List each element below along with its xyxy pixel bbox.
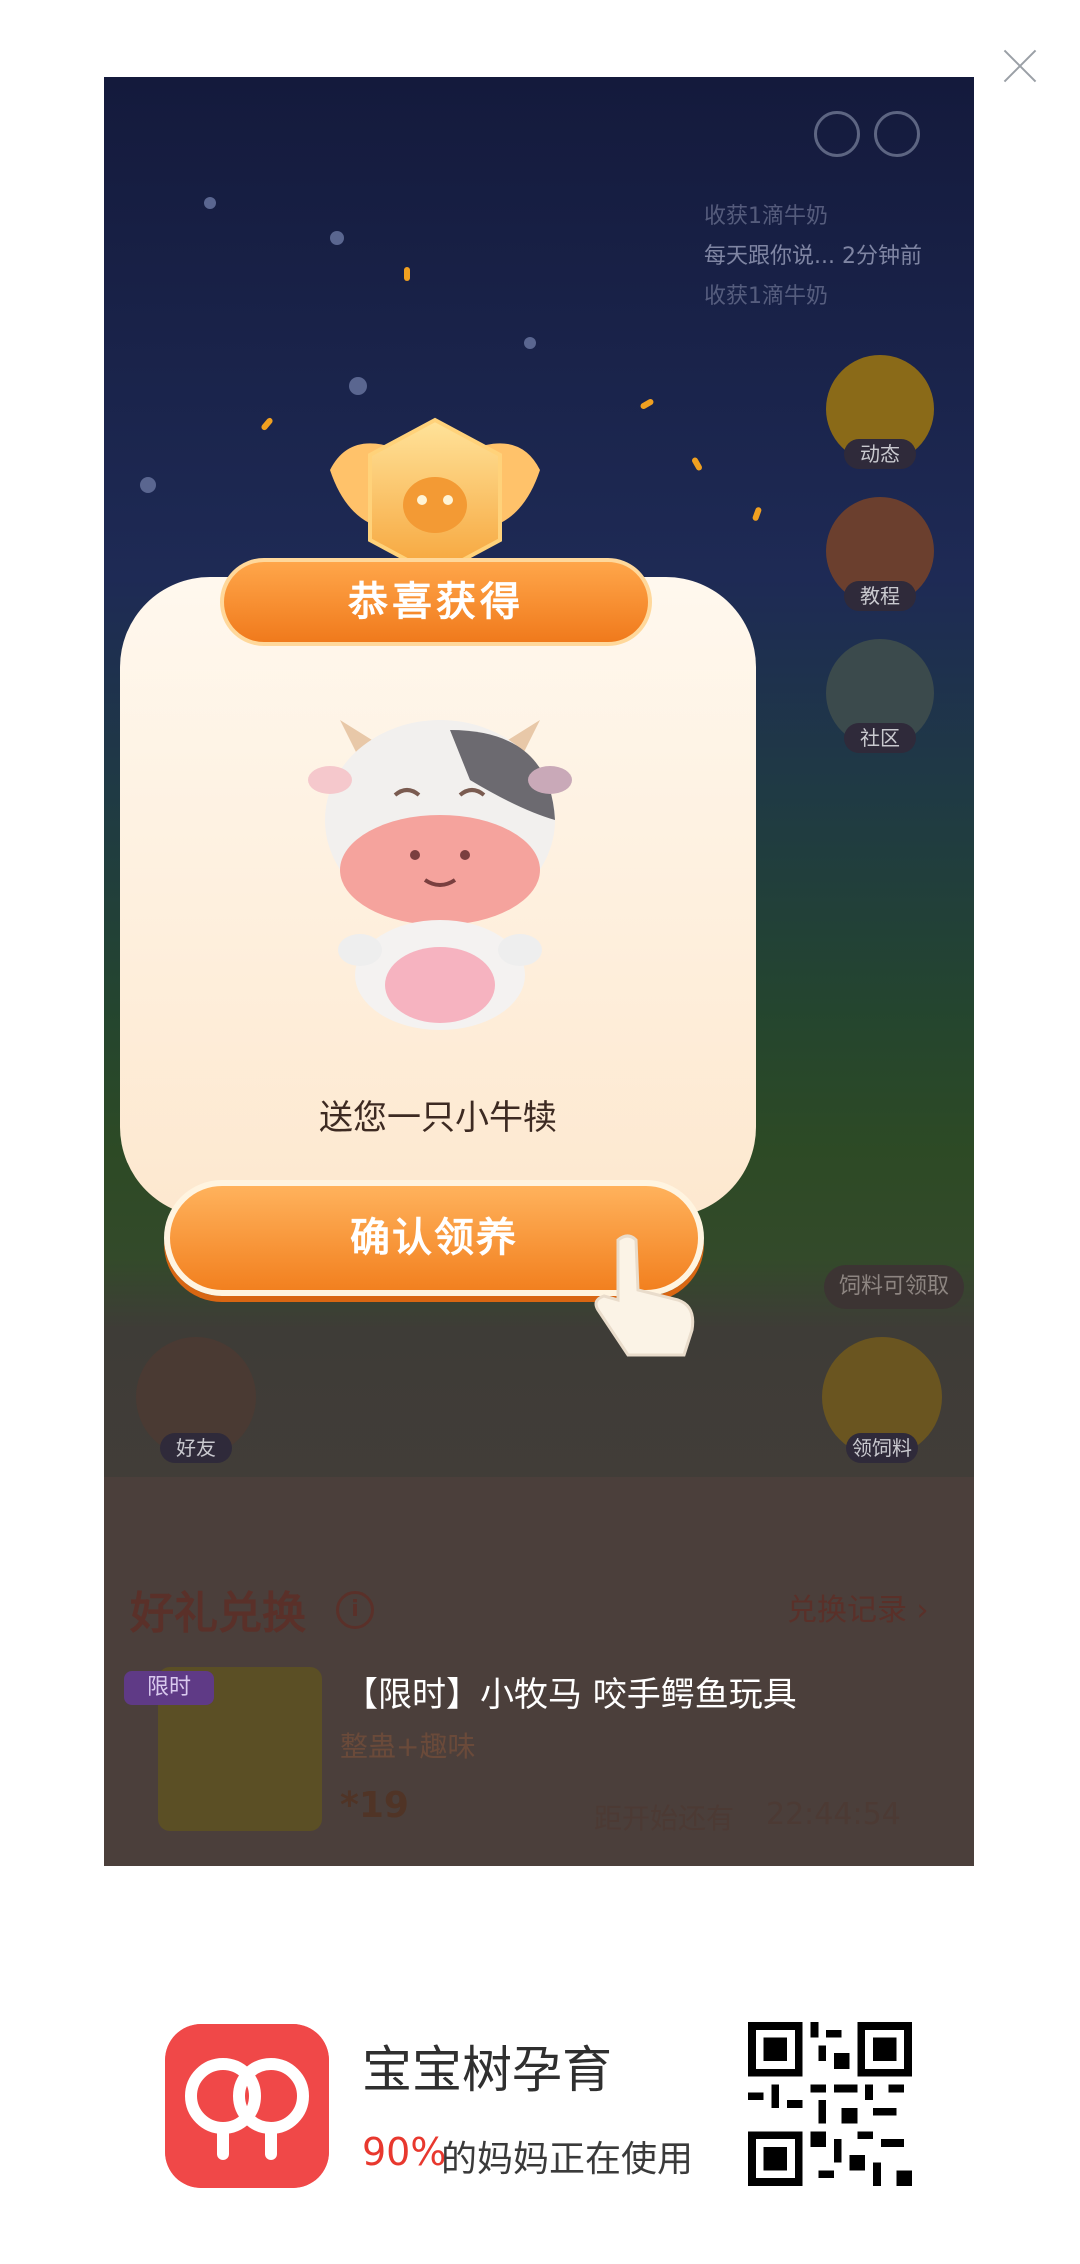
activity-ticker: 收获1滴牛奶 每天跟你说... 2分钟前 收获1滴牛奶 — [704, 197, 974, 317]
exchange-record-link[interactable]: 兑换记录 › — [787, 1585, 929, 1629]
countdown-timer: 22:44:54 — [766, 1797, 901, 1832]
usage-text: 的妈妈正在使用 — [441, 2139, 694, 2180]
spark-decoration — [690, 456, 704, 472]
countdown-label: 距开始还有 — [594, 1802, 735, 1835]
modal-title: 恭喜获得 — [348, 579, 524, 625]
side-button-tutorial[interactable]: 教程 — [826, 497, 934, 611]
external-link-icon[interactable] — [814, 111, 860, 157]
app-name: 宝宝树孕育 — [362, 2041, 612, 2099]
star-decoration — [349, 377, 367, 395]
side-button-community[interactable]: 社区 — [826, 639, 934, 753]
modal-message: 送您一只小牛犊 — [319, 1098, 557, 1138]
star-decoration — [330, 231, 344, 245]
product-tags: 整蛊+趣味 — [340, 1730, 476, 1763]
friends-button[interactable]: 好友 — [136, 1337, 256, 1463]
qr-code-icon[interactable] — [748, 2022, 912, 2186]
product-name[interactable]: 【限时】小牧马 咬手鳄鱼玩具 — [344, 1667, 797, 1716]
calf-mascot-icon — [308, 720, 572, 1030]
feed-label: 领饲料 — [846, 1433, 918, 1463]
spark-decoration — [404, 267, 410, 281]
pointing-hand-icon — [594, 1234, 695, 1357]
star-decoration — [204, 197, 216, 209]
side-button-label: 动态 — [844, 439, 916, 469]
usage-percentage: 90% — [362, 2130, 447, 2174]
close-icon[interactable] — [998, 44, 1042, 88]
ticker-line: 收获1滴牛奶 — [704, 284, 828, 309]
ticker-line: 收获1滴牛奶 — [704, 204, 828, 229]
spark-decoration — [751, 506, 763, 522]
friends-label: 好友 — [160, 1433, 232, 1463]
product-price: *19 — [340, 1785, 409, 1826]
ticker-line: 每天跟你说... 2分钟前 — [704, 244, 922, 269]
side-button-dynamics[interactable]: 动态 — [826, 355, 934, 469]
feed-button[interactable]: 领饲料 — [822, 1337, 942, 1463]
info-icon[interactable]: i — [336, 1591, 374, 1629]
gift-section-title: 好礼兑换 — [130, 1588, 306, 1639]
spark-decoration — [260, 416, 274, 432]
star-decoration — [524, 337, 536, 349]
top-toolbar — [784, 101, 944, 161]
star-decoration — [140, 477, 156, 493]
app-logo-icon — [165, 2024, 329, 2188]
limited-tag: 限时 — [124, 1671, 214, 1705]
share-icon[interactable] — [874, 111, 920, 157]
side-button-label: 教程 — [844, 581, 916, 611]
spark-decoration — [639, 397, 655, 411]
feed-tip: 饲料可领取 — [824, 1265, 964, 1309]
side-button-label: 社区 — [844, 723, 916, 753]
